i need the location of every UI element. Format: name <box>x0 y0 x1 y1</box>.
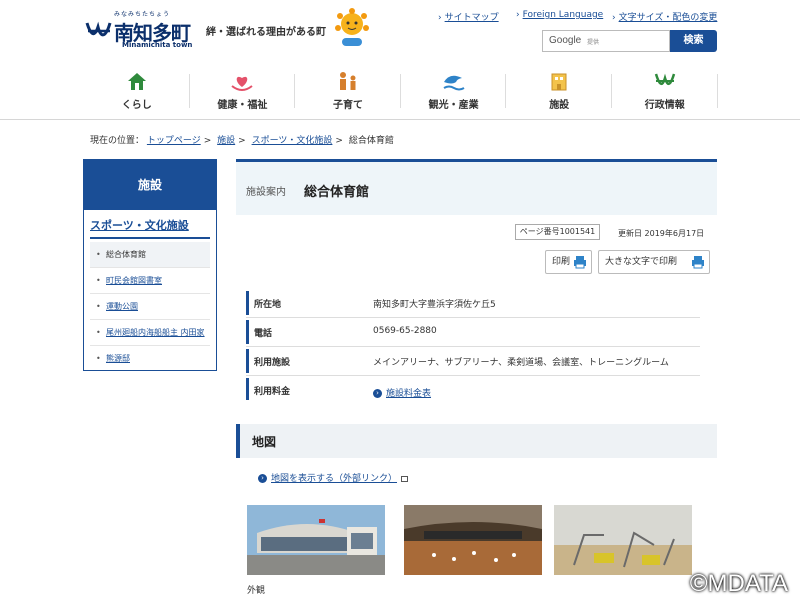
updated-date: 更新日 2019年6月17日 <box>618 229 705 238</box>
utility-links: › サイトマップ › Foreign Language › 文字サイズ・配色の変更 <box>438 10 728 24</box>
logo-english: Minamichita town <box>122 41 193 49</box>
page-number: ページ番号1001541 <box>515 224 600 240</box>
print-large-button[interactable]: 大きな文字で印刷 <box>598 250 710 274</box>
photo-caption: 外観 <box>247 586 266 596</box>
search-powered-label: 提供 <box>587 39 600 46</box>
photo-main-arena[interactable] <box>404 505 542 575</box>
chevron-right-icon: › <box>258 474 267 483</box>
chevron-right-icon: › <box>516 10 520 20</box>
search-google-label: Google <box>549 35 582 46</box>
town-mark-icon <box>654 73 675 86</box>
map-heading: 地図 <box>236 424 717 458</box>
chevron-right-icon: › <box>438 13 442 23</box>
breadcrumb-current: 総合体育館 <box>348 136 394 146</box>
tagline: 絆・選ばれる理由がある町 <box>206 27 326 38</box>
family-icon <box>339 72 356 90</box>
search-input[interactable]: Google 提供 <box>542 30 670 52</box>
nav-item-kurashi[interactable]: くらし <box>84 70 190 112</box>
nav-item-childcare[interactable]: 子育て <box>295 70 401 112</box>
chevron-right-icon: › <box>612 13 616 23</box>
nav-item-tourism-industry[interactable]: 観光・産業 <box>401 70 507 112</box>
fee-table-link[interactable]: › 施設料金表 <box>373 386 431 399</box>
info-row-facilities: 利用施設 メインアリーナ、サブアリーナ、柔剣道場、会議室、トレーニングルーム <box>246 347 700 376</box>
site-logo[interactable]: みなみちたちょう 南知多町 Minamichita town <box>84 9 204 51</box>
map-external-link[interactable]: › 地図を表示する（外部リンク） <box>258 471 409 484</box>
printer-icon <box>692 256 704 269</box>
info-row-fees: 利用料金 › 施設料金表 <box>246 376 700 400</box>
info-row-phone: 電話 0569-65-2880 <box>246 318 700 347</box>
page-title: 総合体育館 <box>304 185 370 200</box>
sidebar-category-link[interactable]: スポーツ・文化施設 <box>90 217 189 233</box>
global-nav: くらし 健康・福祉 子育て 観光・産業 施設 行政情報 <box>84 70 718 112</box>
watermark: ©MDATA <box>689 570 788 597</box>
building-icon <box>551 73 567 91</box>
print-button[interactable]: 印刷 <box>545 250 592 274</box>
sidebar-item-gym: • 総合体育館 <box>90 242 210 268</box>
search-button[interactable]: 検索 <box>670 30 717 52</box>
mascot-icon <box>335 8 369 46</box>
house-icon <box>127 73 146 90</box>
site-header: みなみちたちょう 南知多町 Minamichita town 絆・選ばれる理由が… <box>0 0 800 120</box>
sidebar-item-kumagen[interactable]: • 熊源邸 <box>90 346 210 372</box>
heart-hands-icon <box>231 76 254 91</box>
util-link-text-size[interactable]: › 文字サイズ・配色の変更 <box>612 10 717 23</box>
chevron-right-icon: › <box>373 389 382 398</box>
printer-icon <box>574 256 586 269</box>
external-link-icon <box>401 475 409 482</box>
sidebar-item-uchida-house[interactable]: • 尾州廻船内海船船主 内田家 <box>90 320 210 346</box>
page-title-prefix: 施設案内 <box>246 187 286 198</box>
util-link-foreign-language[interactable]: › Foreign Language <box>516 10 603 20</box>
breadcrumb-sports-culture[interactable]: スポーツ・文化施設 <box>252 136 333 146</box>
town-mark-icon <box>85 21 112 37</box>
dolphin-icon <box>443 75 465 91</box>
nav-item-facilities[interactable]: 施設 <box>506 70 612 112</box>
breadcrumb: 現在の位置： トップページ > 施設 > スポーツ・文化施設 > 総合体育館 <box>90 136 394 146</box>
breadcrumb-facilities[interactable]: 施設 <box>217 136 235 146</box>
util-link-sitemap[interactable]: › サイトマップ <box>438 10 499 23</box>
page-title-box: 施設案内 総合体育館 <box>236 159 717 215</box>
info-row-address: 所在地 南知多町大字豊浜字須佐ケ丘5 <box>246 289 700 318</box>
nav-item-administration[interactable]: 行政情報 <box>612 70 718 112</box>
breadcrumb-top[interactable]: トップページ <box>147 136 201 146</box>
nav-item-health-welfare[interactable]: 健康・福祉 <box>190 70 296 112</box>
sidebar-heading[interactable]: 施設 <box>84 160 216 210</box>
sidebar: 施設 スポーツ・文化施設 • 総合体育館 • 町民会館図書室 • 運動公園 • 尾州廻船… <box>83 159 217 371</box>
photo-exterior[interactable] <box>247 505 385 575</box>
sidebar-item-park[interactable]: • 運動公園 <box>90 294 210 320</box>
breadcrumb-prefix: 現在の位置： <box>90 136 145 146</box>
photo-training-room[interactable] <box>554 505 692 575</box>
sidebar-item-library[interactable]: • 町民会館図書室 <box>90 268 210 294</box>
